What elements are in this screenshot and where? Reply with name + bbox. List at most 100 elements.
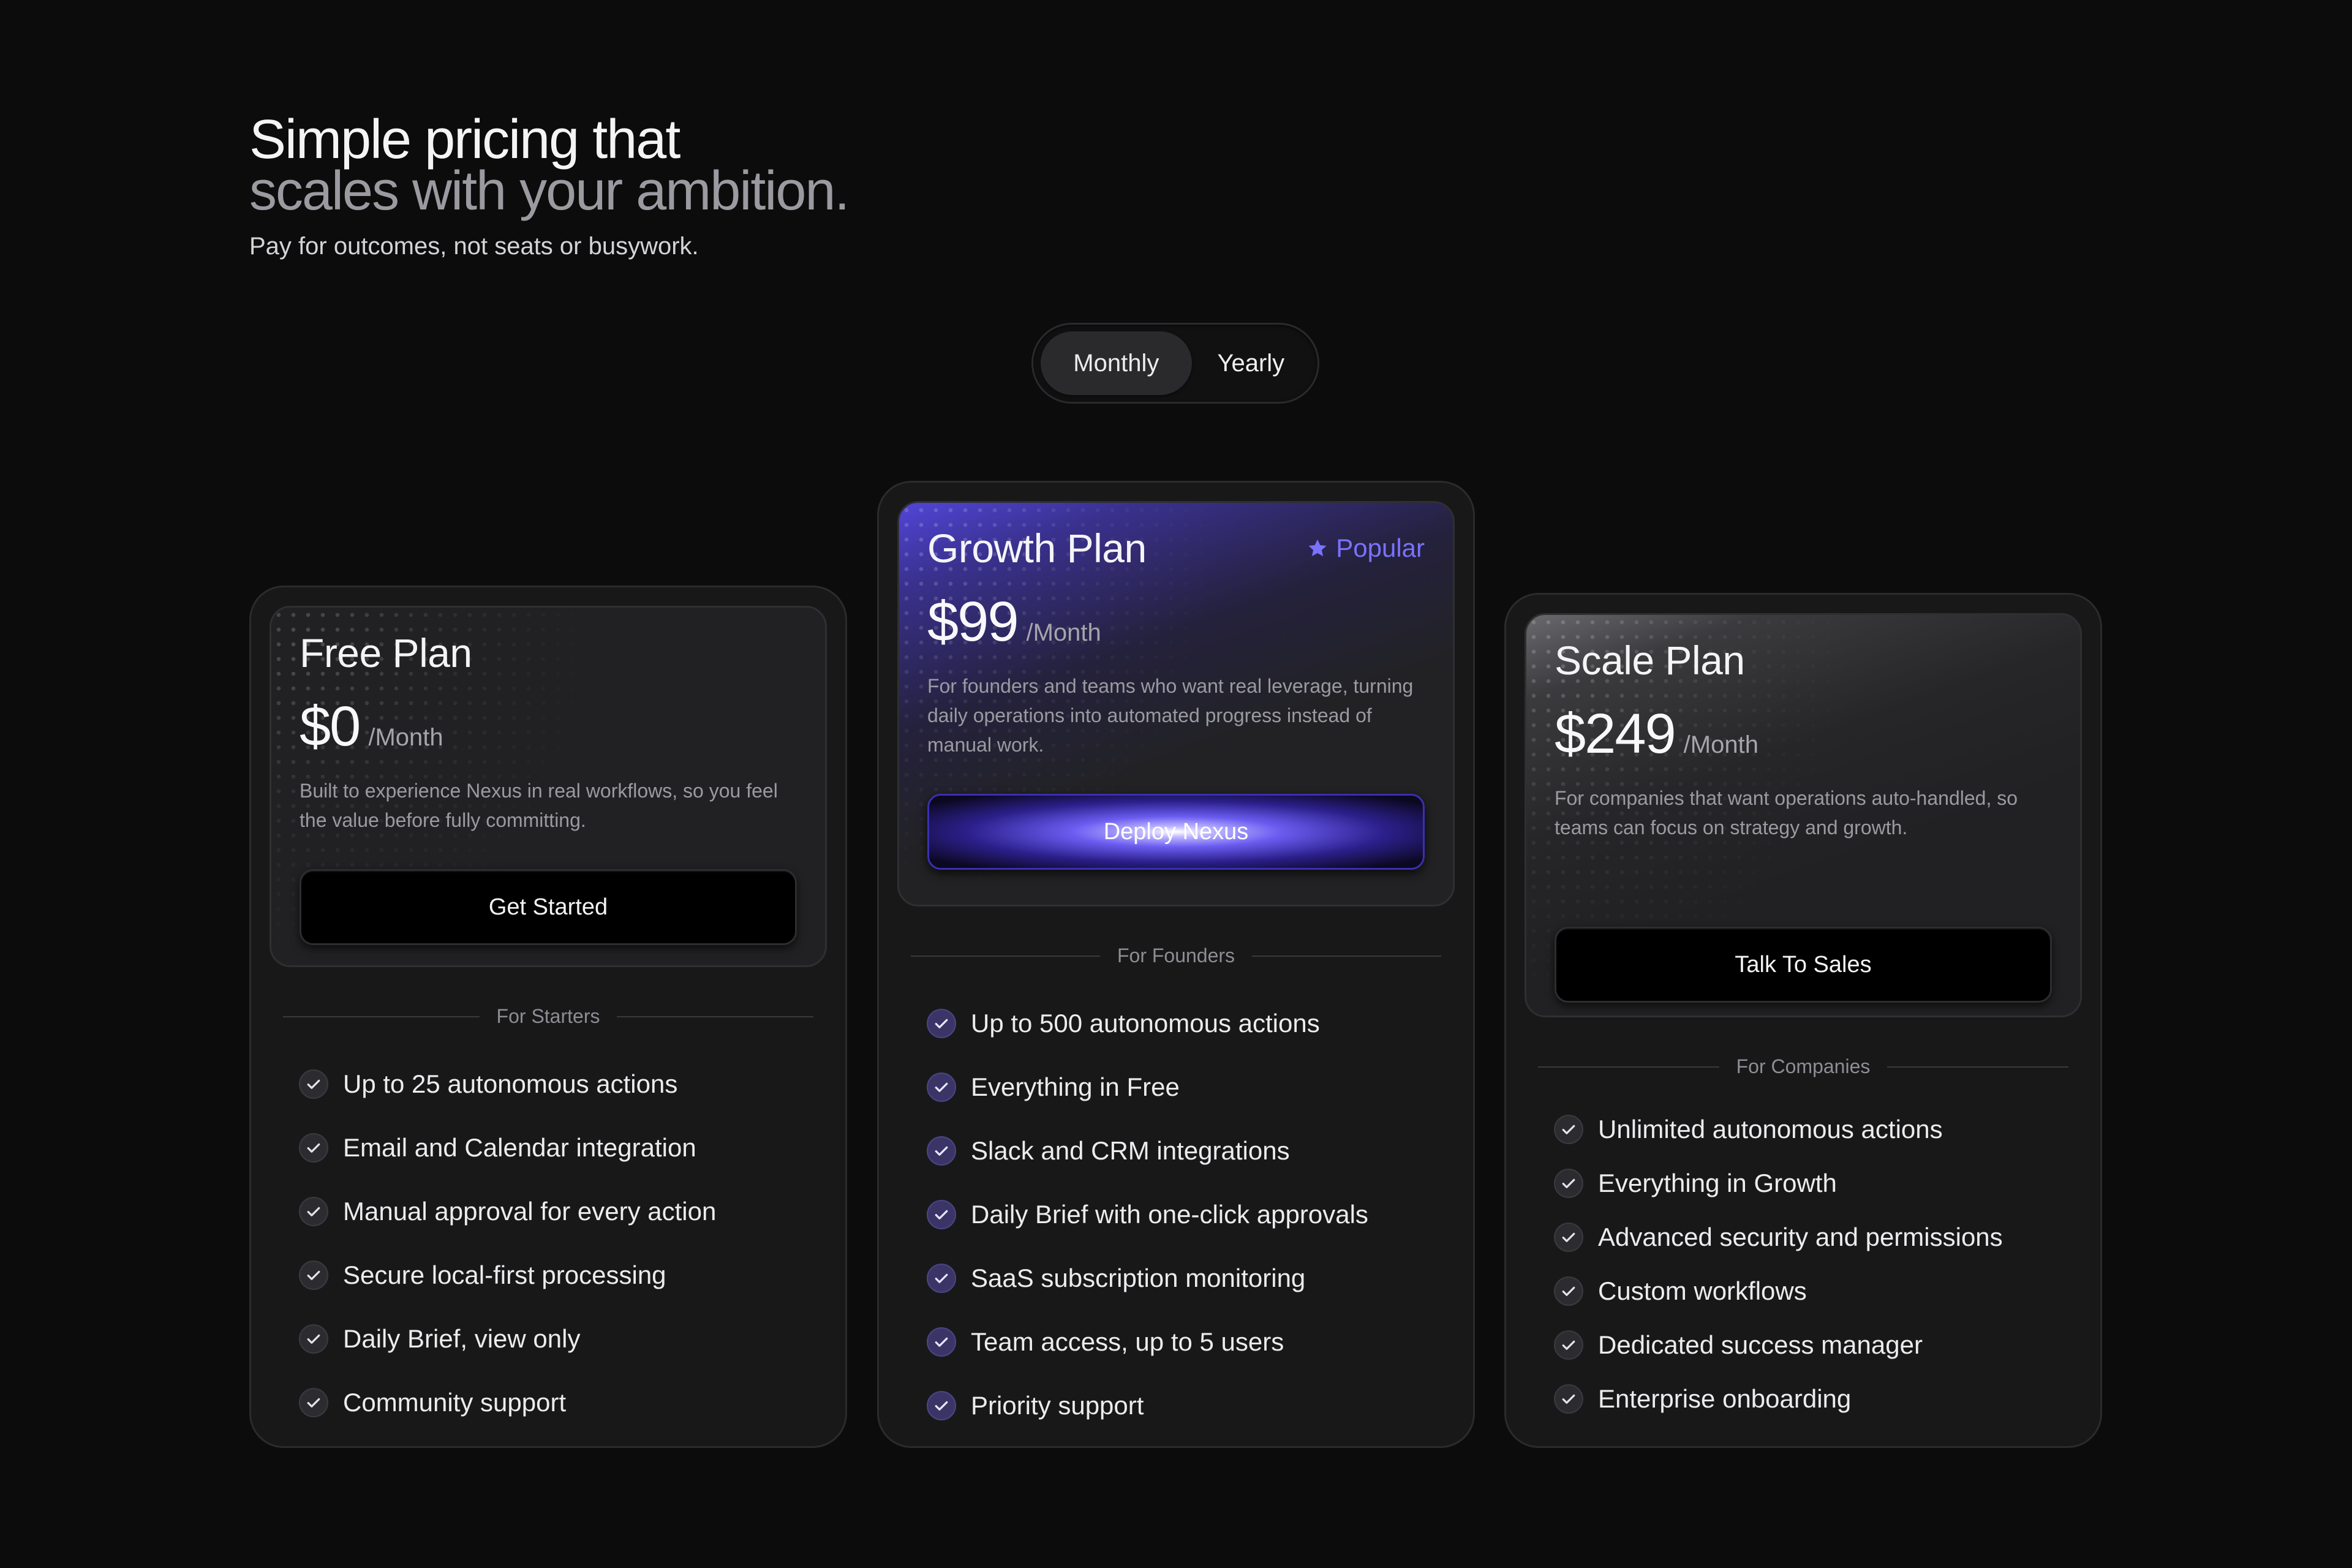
feature-item: Up to 500 autonomous actions [927,992,1455,1055]
feature-item: Email and Calendar integration [299,1116,827,1180]
feature-label: Advanced security and permissions [1598,1223,2003,1251]
plan-summary: Scale Plan $249 /Month For companies tha… [1525,613,2082,1017]
feature-list: Up to 500 autonomous actions Everything … [897,992,1455,1438]
check-icon [1554,1330,1583,1360]
divider-line [1252,955,1442,957]
feature-label: Everything in Free [971,1072,1180,1101]
feature-label: Community support [343,1388,567,1417]
pricing-page: Simple pricing that scales with your amb… [0,0,2352,1568]
plan-name: Free Plan [300,630,472,676]
plan-description: For companies that want operations auto-… [1555,787,2018,839]
plan-card-scale: Scale Plan $249 /Month For companies tha… [1504,593,2102,1448]
feature-item: Daily Brief, view only [299,1307,827,1371]
hero-subtitle: Pay for outcomes, not seats or busywork. [249,233,699,260]
audience-label: For Founders [1117,944,1235,967]
feature-item: Everything in Free [927,1055,1455,1119]
divider-line [911,955,1100,957]
check-icon [1554,1223,1583,1252]
check-icon [299,1197,328,1226]
plan-name: Scale Plan [1555,638,1745,683]
hero-title-line-1: Simple pricing that [249,109,680,170]
deploy-nexus-button[interactable]: Deploy Nexus [927,794,1425,870]
talk-to-sales-button[interactable]: Talk To Sales [1555,927,2052,1003]
audience-divider: For Companies [1538,1055,2068,1078]
popular-badge: Popular [1306,533,1425,563]
check-icon [299,1069,328,1099]
feature-label: Manual approval for every action [343,1197,717,1226]
feature-item: Team access, up to 5 users [927,1310,1455,1374]
plan-header: Scale Plan [1555,637,2052,684]
price-period: /Month [368,724,443,751]
feature-label: Secure local-first processing [343,1261,666,1289]
feature-label: Custom workflows [1598,1276,1807,1305]
divider-line [1887,1066,2068,1068]
feature-label: Priority support [971,1391,1144,1420]
feature-label: Slack and CRM integrations [971,1136,1290,1165]
feature-label: Enterprise onboarding [1598,1384,1852,1413]
price-row: $99 /Month [927,590,1425,654]
plan-price: $0 [300,695,361,758]
feature-label: SaaS subscription monitoring [971,1264,1306,1292]
check-icon [927,1264,956,1293]
feature-label: Dedicated success manager [1598,1330,1923,1359]
feature-item: Unlimited autonomous actions [1554,1102,2082,1156]
check-icon [927,1200,956,1229]
plan-description: Built to experience Nexus in real workfl… [300,780,778,831]
plan-header: Growth Plan Popular [927,525,1425,571]
price-period: /Month [1026,619,1101,646]
divider-line [1538,1066,1719,1068]
check-icon [1554,1169,1583,1198]
billing-toggle: Monthly Yearly [1031,323,1319,404]
check-icon [927,1009,956,1038]
feature-item: SaaS subscription monitoring [927,1246,1455,1310]
feature-item: Up to 25 autonomous actions [299,1052,827,1116]
plan-header: Free Plan [300,630,797,676]
feature-label: Up to 500 autonomous actions [971,1009,1320,1038]
plan-price: $249 [1555,703,1676,765]
check-icon [299,1324,328,1354]
plan-name: Growth Plan [927,526,1147,571]
audience-label: For Companies [1736,1055,1871,1077]
hero-section: Simple pricing that scales with your amb… [249,109,850,260]
feature-item: Enterprise onboarding [1554,1372,2082,1426]
audience-divider: For Starters [283,1005,814,1028]
feature-item: Manual approval for every action [299,1180,827,1243]
feature-label: Team access, up to 5 users [971,1327,1284,1356]
feature-item: Custom workflows [1554,1264,2082,1318]
divider-line [283,1016,480,1017]
feature-list: Up to 25 autonomous actions Email and Ca… [270,1052,827,1434]
plan-card-free: Free Plan $0 /Month Built to experience … [249,586,847,1448]
feature-label: Daily Brief, view only [343,1324,581,1353]
check-icon [927,1327,956,1357]
feature-item: Secure local-first processing [299,1243,827,1307]
divider-line [617,1016,814,1017]
feature-item: Dedicated success manager [1554,1318,2082,1372]
get-started-button[interactable]: Get Started [300,869,797,945]
check-icon [927,1072,956,1102]
check-icon [1554,1384,1583,1414]
feature-label: Daily Brief with one-click approvals [971,1200,1368,1229]
feature-label: Email and Calendar integration [343,1133,696,1162]
feature-list: Unlimited autonomous actions Everything … [1525,1102,2082,1426]
feature-item: Everything in Growth [1554,1156,2082,1210]
hero-title-line-2: scales with your ambition. [249,160,850,222]
check-icon [299,1388,328,1417]
feature-item: Priority support [927,1374,1455,1438]
check-icon [1554,1276,1583,1306]
plan-price: $99 [927,590,1019,653]
feature-item: Advanced security and permissions [1554,1210,2082,1264]
check-icon [299,1261,328,1290]
plan-card-growth: Growth Plan Popular $99 /Month For found… [877,481,1475,1448]
toggle-monthly[interactable]: Monthly [1041,331,1192,395]
toggle-yearly[interactable]: Yearly [1192,331,1310,395]
plan-summary: Free Plan $0 /Month Built to experience … [270,606,827,967]
feature-item: Community support [299,1371,827,1434]
feature-item: Slack and CRM integrations [927,1119,1455,1183]
check-icon [299,1133,328,1163]
popular-label: Popular [1336,533,1425,562]
feature-label: Everything in Growth [1598,1169,1837,1197]
feature-label: Up to 25 autonomous actions [343,1069,678,1098]
plan-summary: Growth Plan Popular $99 /Month For found… [897,501,1455,907]
feature-item: Daily Brief with one-click approvals [927,1183,1455,1246]
check-icon [1554,1115,1583,1144]
